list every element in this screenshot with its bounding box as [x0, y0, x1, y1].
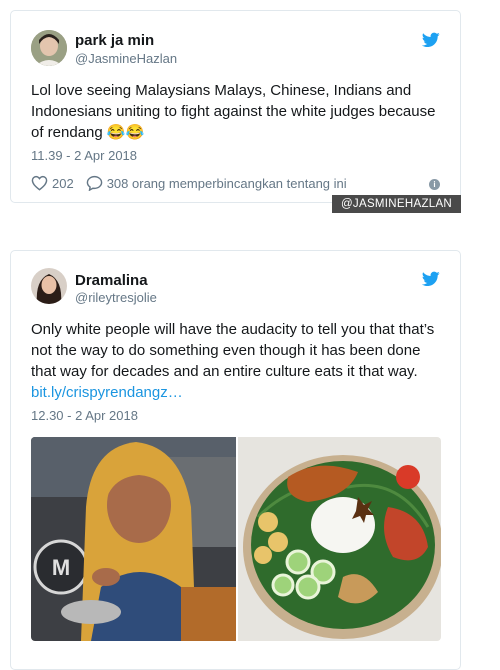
reply-count-text: 308 orang memperbincangkan tentang ini	[106, 175, 347, 191]
tweet-card-2[interactable]: Dramalina @rileytresjolie Only white peo…	[10, 250, 461, 670]
tweet-text: Lol love seeing Malaysians Malays, Chine…	[31, 82, 436, 141]
tweet-timestamp[interactable]: 12.30 - 2 Apr 2018	[31, 408, 138, 423]
twitter-bird-icon[interactable]	[422, 32, 440, 48]
svg-text:M: M	[52, 555, 70, 580]
tweet-timestamp[interactable]: 11.39 - 2 Apr 2018	[31, 148, 137, 163]
display-name[interactable]: Dramalina	[75, 272, 148, 289]
tweet-text: Only white people will have the audacity…	[31, 319, 446, 403]
tweet-actions: 202 308 orang memperbincangkan tentang i…	[31, 175, 347, 191]
tweet-media[interactable]: M	[31, 437, 441, 641]
media-photo-cook[interactable]: M	[31, 437, 236, 641]
heart-icon	[31, 175, 48, 191]
user-handle[interactable]: @JasmineHazlan	[75, 51, 177, 66]
tweet-link[interactable]: bit.ly/crispyrendangz…	[31, 384, 183, 401]
info-icon[interactable]: i	[429, 179, 440, 190]
avatar[interactable]	[31, 268, 67, 304]
media-photo-nasi-lemak[interactable]	[238, 437, 441, 641]
tweet-card-1[interactable]: park ja min @JasmineHazlan Lol love seei…	[10, 10, 461, 203]
avatar[interactable]	[31, 30, 67, 66]
reply-button[interactable]: 308 orang memperbincangkan tentang ini	[86, 175, 347, 191]
user-handle[interactable]: @rileytresjolie	[75, 290, 157, 305]
display-name[interactable]: park ja min	[75, 32, 154, 49]
watermark: @JASMINEHAZLAN	[332, 195, 461, 213]
like-button[interactable]: 202	[31, 175, 74, 191]
tweet-body: Only white people will have the audacity…	[31, 321, 435, 380]
like-count: 202	[52, 175, 74, 191]
twitter-bird-icon[interactable]	[422, 271, 440, 287]
reply-bubble-icon	[86, 175, 102, 191]
